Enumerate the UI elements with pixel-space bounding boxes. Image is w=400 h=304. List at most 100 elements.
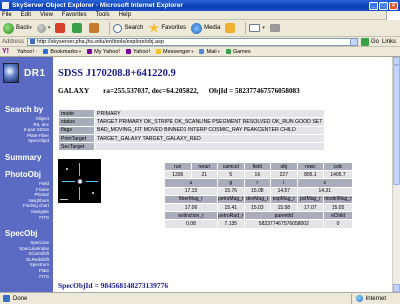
yahoo-icon xyxy=(87,49,93,54)
table-cell: 7.135 xyxy=(217,219,245,229)
page-icon xyxy=(3,295,10,302)
link-bookmarks[interactable]: Bookmarks ▾ xyxy=(43,49,81,55)
menu-favorites[interactable]: Favorites xyxy=(62,12,87,18)
mail-button[interactable]: ▾ xyxy=(249,24,265,32)
spec-links: SpecLine SpecLineIndex XCorrShift ELRedS… xyxy=(19,240,49,279)
scroll-down-button[interactable] xyxy=(393,284,400,292)
yahoo-icon xyxy=(125,49,131,54)
back-label: Back xyxy=(16,25,30,31)
table-cell: 15.03 xyxy=(243,202,272,213)
link-yahoo[interactable]: Yahoo! xyxy=(125,49,150,55)
menu-file[interactable]: File xyxy=(2,12,12,18)
menu-tools[interactable]: Tools xyxy=(96,12,110,18)
ie-icon xyxy=(2,2,9,9)
forward-button[interactable]: ▾ xyxy=(36,23,50,33)
go-button[interactable]: Go xyxy=(360,37,379,46)
menu-edit[interactable]: Edit xyxy=(21,12,31,18)
sidebar: DR1 Search by Object Ra, dec 5-part SDSS… xyxy=(0,57,53,292)
object-coords: ra=255.537037, dec=64.205822, xyxy=(103,87,199,95)
table-header-cell: rerun xyxy=(190,161,218,172)
table-cell: 0.08 xyxy=(164,219,218,229)
table-row: ugriz xyxy=(164,178,353,188)
chevron-down-icon: ▾ xyxy=(262,25,265,31)
link-my-yahoo[interactable]: My Yahoo! xyxy=(87,49,120,55)
links-label[interactable]: Links xyxy=(382,39,396,45)
address-url: http://skyserver.pha.jhu.edu/en/tools/ex… xyxy=(37,38,164,45)
stop-button[interactable] xyxy=(55,23,67,33)
table-cell: 582377467576058002 xyxy=(243,219,325,229)
links-bar: Y! Yahoo! · Bookmarks ▾ My Yahoo! Yahoo! … xyxy=(0,47,400,57)
history-button[interactable] xyxy=(225,23,237,33)
search-links: Object Ra, dec 5-part SDSS Plate-Fiber S… xyxy=(24,116,49,144)
windows-logo-icon xyxy=(386,10,400,20)
refresh-button[interactable] xyxy=(72,23,84,33)
close-button[interactable]: × xyxy=(389,1,398,10)
favorites-label: Favorites xyxy=(161,25,187,31)
prop-key: status xyxy=(58,117,95,127)
mail-icon xyxy=(249,24,261,32)
sidebar-link-photo-fits[interactable]: FITS xyxy=(23,215,49,221)
sidebar-link-5-part[interactable]: 5-part SDSS xyxy=(24,127,49,133)
messenger-icon xyxy=(156,49,161,54)
print-button[interactable] xyxy=(269,24,282,32)
address-dropdown-button[interactable] xyxy=(349,37,358,46)
search-icon xyxy=(113,23,123,33)
menu-view[interactable]: View xyxy=(40,12,53,18)
address-bar: Address http://skyserver.pha.jhu.edu/en/… xyxy=(0,37,400,47)
main-panel: SDSS J170208.8+641220.9 GALAXY ra=255.537… xyxy=(58,57,390,292)
table-cell: 17.15 xyxy=(164,186,218,196)
refresh-icon xyxy=(72,23,83,33)
table-row: SecTarget xyxy=(58,142,326,152)
address-input[interactable]: http://skyserver.pha.jhu.edu/en/tools/ex… xyxy=(27,37,351,46)
sidebar-link-spec-fits[interactable]: FITS xyxy=(19,274,49,280)
home-button[interactable] xyxy=(89,23,101,33)
table-header-cell: g xyxy=(217,178,245,188)
table-header-cell: rowc xyxy=(296,161,325,172)
link-messenger[interactable]: Messenger ▾ xyxy=(156,49,193,55)
table-cell: 17.07 xyxy=(296,202,325,213)
window-titlebar: SkyServer Object Explorer - Microsoft In… xyxy=(0,0,400,11)
sidebar-link-summary[interactable]: Summary xyxy=(5,153,41,162)
sidebar-link-specobjid[interactable]: SpecObjId xyxy=(24,138,49,144)
scroll-up-button[interactable] xyxy=(393,57,400,65)
vertical-scrollbar[interactable] xyxy=(392,57,400,292)
back-arrow-icon xyxy=(3,22,14,34)
sdss-logo[interactable]: DR1 xyxy=(3,60,50,86)
stop-icon xyxy=(55,23,66,33)
table-header-cell: obj xyxy=(270,161,298,172)
maximize-button[interactable]: □ xyxy=(379,1,388,10)
table-cell: 1405.7 xyxy=(323,170,353,180)
menu-help[interactable]: Help xyxy=(119,12,131,18)
table-header-cell: expMag_r xyxy=(270,194,298,204)
prop-key: flags xyxy=(58,125,95,135)
table-cell: 0 xyxy=(323,219,353,229)
photo-links: Field Frame PhotoZ Neighbors Finding cha… xyxy=(23,181,49,220)
prop-key: SecTarget xyxy=(58,142,95,152)
toolbar-divider xyxy=(109,22,111,34)
globe-icon xyxy=(355,295,363,302)
back-button[interactable]: Back ▾ xyxy=(3,22,32,34)
table-header-cell: psfMag_r xyxy=(296,194,325,204)
table-header-cell: i xyxy=(270,178,298,188)
link-games[interactable]: Games xyxy=(225,49,251,55)
minimize-button[interactable]: _ xyxy=(369,1,378,10)
sidebar-heading-photoobj[interactable]: PhotoObj xyxy=(5,170,41,179)
favorites-button[interactable]: Favorites xyxy=(148,22,187,34)
menu-bar: File Edit View Favorites Tools Help xyxy=(0,10,400,20)
table-header-cell: fiberMag_r xyxy=(164,194,218,204)
sdss-logo-icon xyxy=(3,63,19,83)
link-yahoo-search[interactable]: Yahoo! · xyxy=(17,49,37,55)
crosshair-line xyxy=(62,181,75,182)
object-title: SDSS J170208.8+641220.9 xyxy=(58,68,176,79)
sidebar-heading-specobj[interactable]: SpecObj xyxy=(5,229,37,238)
object-properties-table: mode PRIMARY status TARGET PRIMARY OK_STRI… xyxy=(58,108,326,152)
object-image-cutout[interactable] xyxy=(58,159,101,203)
table-row: extinction_r petroRad_r parentId nChild xyxy=(164,211,353,221)
status-bar: Done Internet xyxy=(0,292,400,304)
scroll-thumb[interactable] xyxy=(393,65,400,185)
prop-value xyxy=(93,142,326,152)
yahoo-logo-icon: Y! xyxy=(2,48,9,55)
search-button[interactable]: Search xyxy=(113,23,143,33)
link-mail[interactable]: Mail ▾ xyxy=(199,49,220,55)
media-button[interactable]: Media xyxy=(191,22,220,34)
